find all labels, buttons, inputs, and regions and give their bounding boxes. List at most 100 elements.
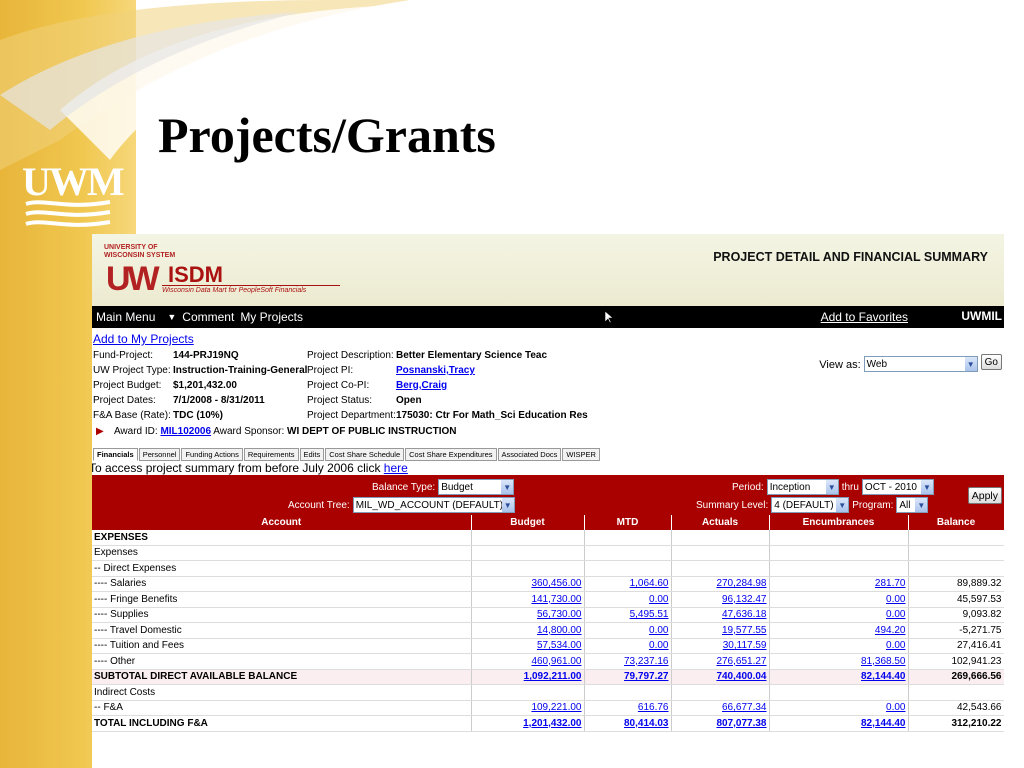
program-select[interactable]: All ▼ (896, 497, 929, 513)
balance-type-select[interactable]: Budget ▼ (438, 479, 515, 495)
budget-cell: 56,730.00 (471, 607, 585, 623)
encumbrances-link[interactable]: 82,144.40 (861, 718, 906, 729)
tab-financials[interactable]: Financials (93, 448, 138, 461)
university-label: UNIVERSITY OF WISCONSIN SYSTEM (104, 244, 175, 260)
comment-link[interactable]: Comment (182, 310, 234, 324)
encumbrances-cell: 0.00 (769, 607, 909, 623)
encumbrances-link[interactable]: 82,144.40 (861, 671, 906, 682)
period-to-select[interactable]: OCT - 2010 ▼ (861, 479, 934, 495)
page-title: PROJECT DETAIL AND FINANCIAL SUMMARY (713, 250, 988, 264)
actuals-cell (671, 560, 770, 577)
add-to-favorites-link[interactable]: Add to Favorites (821, 310, 908, 324)
budget-link[interactable]: 1,201,432.00 (523, 718, 581, 729)
encumbrances-link[interactable]: 281.70 (875, 578, 906, 589)
main-menu-link[interactable]: Main Menu (96, 310, 155, 324)
add-to-my-projects-link[interactable]: Add to My Projects (93, 332, 1004, 346)
encumbrances-link[interactable]: 81,368.50 (861, 656, 906, 667)
actuals-link[interactable]: 270,284.98 (716, 578, 766, 589)
dropdown-triangle-icon[interactable]: ▼ (167, 312, 176, 322)
department-label: Project Department: (307, 410, 396, 421)
actuals-link[interactable]: 66,677.34 (722, 702, 767, 713)
tab-funding-actions[interactable]: Funding Actions (181, 448, 243, 461)
prior-summary-link[interactable]: here (384, 461, 408, 475)
summary-program-filter: Summary Level: 4 (DEFAULT) ▼ Program: Al… (696, 497, 929, 513)
encumbrances-link[interactable]: 494.20 (875, 625, 906, 636)
project-pi-link[interactable]: Posnanski,Tracy (396, 365, 475, 376)
status-value: Open (396, 395, 422, 406)
mouse-cursor-icon (604, 310, 614, 324)
view-as-select[interactable]: Web ▼ (863, 356, 978, 372)
budget-link[interactable]: 56,730.00 (537, 609, 582, 620)
project-type-value: Instruction-Training-General (173, 365, 308, 376)
balance-type-value: Budget (441, 481, 473, 493)
tab-cost-share-expenditures[interactable]: Cost Share Expenditures (405, 448, 497, 461)
apply-button[interactable]: Apply (967, 487, 1002, 504)
tab-associated-docs[interactable]: Associated Docs (497, 448, 562, 461)
fa-base-label: F&A Base (Rate): (93, 410, 171, 421)
award-id-link[interactable]: MIL102006 (160, 426, 211, 437)
mtd-link[interactable]: 79,797.27 (624, 671, 669, 682)
mtd-cell: 0.00 (584, 638, 672, 654)
status-label: Project Status: (307, 395, 373, 406)
expand-arrow-icon[interactable]: ▶ (96, 426, 104, 437)
budget-link[interactable]: 14,800.00 (537, 625, 582, 636)
account-tree-label: Account Tree: (288, 499, 350, 511)
mtd-link[interactable]: 0.00 (649, 594, 668, 605)
table-row: ---- Salaries 360,456.00 1,064.60 270,284.9… (92, 576, 1004, 592)
budget-cell (471, 545, 585, 561)
encumbrances-cell: 82,144.40 (769, 669, 909, 685)
period-from-select[interactable]: Inception ▼ (766, 479, 839, 495)
actuals-link[interactable]: 30,117.59 (723, 640, 767, 651)
go-button[interactable]: Go (980, 354, 1002, 370)
tab-wisper[interactable]: WISPER (562, 448, 600, 461)
mtd-link[interactable]: 0.00 (649, 640, 668, 651)
actuals-cell: 276,651.27 (671, 653, 770, 670)
actuals-link[interactable]: 96,132.47 (722, 594, 767, 605)
budget-link[interactable]: 141,730.00 (531, 594, 581, 605)
balance-cell: 45,597.53 (908, 591, 1004, 608)
my-projects-link[interactable]: My Projects (240, 310, 303, 324)
financial-summary-table: Account Budget MTD Actuals Encumbrances … (92, 515, 1004, 732)
budget-link[interactable]: 360,456.00 (531, 578, 581, 589)
encumbrances-link[interactable]: 0.00 (886, 640, 905, 651)
actuals-link[interactable]: 47,636.18 (722, 609, 767, 620)
budget-link[interactable]: 109,221.00 (531, 702, 581, 713)
mtd-cell: 616.76 (584, 700, 672, 716)
encumbrances-link[interactable]: 0.00 (886, 594, 905, 605)
table-row: -- F&A 109,221.00 616.76 66,677.34 0.00 42,54… (92, 700, 1004, 716)
mtd-link[interactable]: 1,064.60 (630, 578, 669, 589)
tab-requirements[interactable]: Requirements (243, 448, 299, 461)
tab-edits[interactable]: Edits (299, 448, 325, 461)
mtd-cell (584, 560, 672, 577)
mtd-link[interactable]: 0.00 (649, 625, 668, 636)
tab-personnel[interactable]: Personnel (138, 448, 181, 461)
budget-link[interactable]: 1,092,211.00 (524, 671, 582, 682)
table-row: ---- Supplies 56,730.00 5,495.51 47,636.18 0… (92, 607, 1004, 623)
award-sponsor-value: WI DEPT OF PUBLIC INSTRUCTION (287, 426, 457, 437)
view-as-value: Web (866, 358, 888, 370)
mtd-link[interactable]: 5,495.51 (630, 609, 669, 620)
tab-cost-share-schedule[interactable]: Cost Share Schedule (325, 448, 405, 461)
budget-cell: 14,800.00 (471, 622, 585, 639)
mtd-link[interactable]: 73,237.16 (624, 656, 669, 667)
account-tree-select[interactable]: MIL_WD_ACCOUNT (DEFAULT) ▼ (352, 497, 515, 513)
budget-link[interactable]: 57,534.00 (537, 640, 582, 651)
mtd-link[interactable]: 80,414.03 (624, 718, 669, 729)
nav-bar: Main Menu ▼ Comment My Projects Add to F… (92, 306, 1004, 328)
summary-level-select[interactable]: 4 (DEFAULT) ▼ (771, 497, 850, 513)
encumbrances-link[interactable]: 0.00 (886, 609, 905, 620)
actuals-link[interactable]: 19,577.55 (722, 625, 767, 636)
budget-cell: 141,730.00 (471, 591, 585, 608)
encumbrances-link[interactable]: 0.00 (886, 702, 905, 713)
actuals-link[interactable]: 807,077.38 (716, 718, 766, 729)
actuals-link[interactable]: 740,400.04 (716, 671, 766, 682)
table-row: Expenses (92, 545, 1004, 561)
balance-cell: 9,093.82 (908, 607, 1004, 623)
budget-link[interactable]: 460,961.00 (531, 656, 581, 667)
table-row: EXPENSES (92, 530, 1004, 546)
project-copi-link[interactable]: Berg,Craig (396, 380, 447, 391)
actuals-cell: 270,284.98 (671, 576, 770, 592)
actuals-link[interactable]: 276,651.27 (716, 656, 766, 667)
mtd-link[interactable]: 616.76 (638, 702, 669, 713)
budget-cell: 360,456.00 (471, 576, 585, 592)
